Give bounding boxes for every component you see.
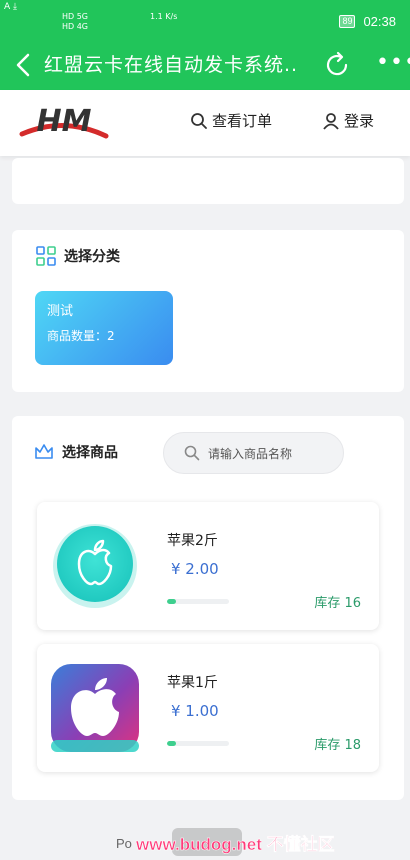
login-link[interactable]: 登录 <box>322 110 374 131</box>
footer-text: Po <box>116 836 132 851</box>
search-icon <box>184 445 200 461</box>
page-title: 红盟云卡在线自动发卡系统.. <box>44 54 299 76</box>
network-label-1: HD 5G <box>62 12 89 21</box>
goods-section-label: 选择商品 <box>62 445 118 461</box>
goods-item[interactable]: 苹果1斤 ¥ 1.00 库存 18 <box>37 644 379 772</box>
goods-name: 苹果2斤 <box>167 533 218 549</box>
category-section-label: 选择分类 <box>64 249 120 265</box>
watermark: www.budog.net 不懂社区 <box>136 835 335 855</box>
apple-logo-icon <box>51 664 139 752</box>
search-placeholder: 请输入商品名称 <box>208 446 293 461</box>
more-menu-button[interactable]: ••• <box>376 48 410 78</box>
goods-section-title: 选择商品 <box>34 442 118 462</box>
logo-text: HM <box>37 104 92 139</box>
notice-card <box>12 158 404 204</box>
goods-name: 苹果1斤 <box>167 675 218 691</box>
goods-price: ¥ 1.00 <box>171 702 219 720</box>
category-icon <box>36 246 56 266</box>
goods-image <box>49 520 141 612</box>
goods-item[interactable]: 苹果2斤 ¥ 2.00 库存 16 <box>37 502 379 630</box>
network-label-2: HD 4G <box>62 22 89 31</box>
network-speed: 1.1 K/s <box>150 12 178 21</box>
logo-icon: HM <box>19 104 109 139</box>
clock: 02:38 <box>363 14 396 29</box>
site-header: HM 查看订单 登录 <box>0 90 410 156</box>
app-nav-bar: 红盟云卡在线自动发卡系统.. ••• <box>0 42 410 90</box>
login-label: 登录 <box>344 112 375 130</box>
goods-image <box>49 662 141 754</box>
status-right: 89 02:38 <box>339 14 396 29</box>
goods-search-input[interactable]: 请输入商品名称 <box>163 432 344 474</box>
category-name: 测试 <box>47 304 74 319</box>
refresh-button[interactable] <box>324 50 352 80</box>
view-orders-label: 查看订单 <box>212 112 273 130</box>
goods-stock: 库存 18 <box>314 738 361 753</box>
stock-progress-bar <box>167 599 229 604</box>
apple-logo-icon <box>53 524 137 608</box>
back-arrow-icon <box>16 53 30 77</box>
battery-icon: 89 <box>339 15 356 28</box>
stock-progress-bar <box>167 741 229 746</box>
category-card: 选择分类 测试 商品数量：2 <box>12 230 404 392</box>
goods-price: ¥ 2.00 <box>171 560 219 578</box>
category-section-title: 选择分类 <box>36 246 120 266</box>
crown-icon <box>35 444 53 459</box>
status-bar: A ⤓ HD 5G HD 4G 1.1 K/s 89 02:38 <box>0 0 410 42</box>
status-left-icons: A ⤓ <box>4 2 17 12</box>
stock-progress-fill <box>167 741 177 746</box>
back-button[interactable] <box>12 50 36 80</box>
network-indicators: HD 5G HD 4G <box>62 12 88 32</box>
goods-card: 选择商品 请输入商品名称 苹果2斤 ¥ 2.00 库存 16 苹果1斤 ¥ 1.… <box>12 416 404 800</box>
stock-progress-fill <box>167 599 177 604</box>
user-icon <box>323 112 339 130</box>
refresh-icon <box>326 51 348 76</box>
category-goods-count: 商品数量：2 <box>47 329 115 343</box>
category-tile[interactable]: 测试 商品数量：2 <box>35 291 173 365</box>
view-orders-link[interactable]: 查看订单 <box>190 110 272 131</box>
site-logo[interactable]: HM <box>18 98 110 146</box>
goods-stock: 库存 16 <box>314 596 361 611</box>
footer: Po www.budog.net 不懂社区 <box>0 826 410 860</box>
search-icon <box>191 112 207 129</box>
